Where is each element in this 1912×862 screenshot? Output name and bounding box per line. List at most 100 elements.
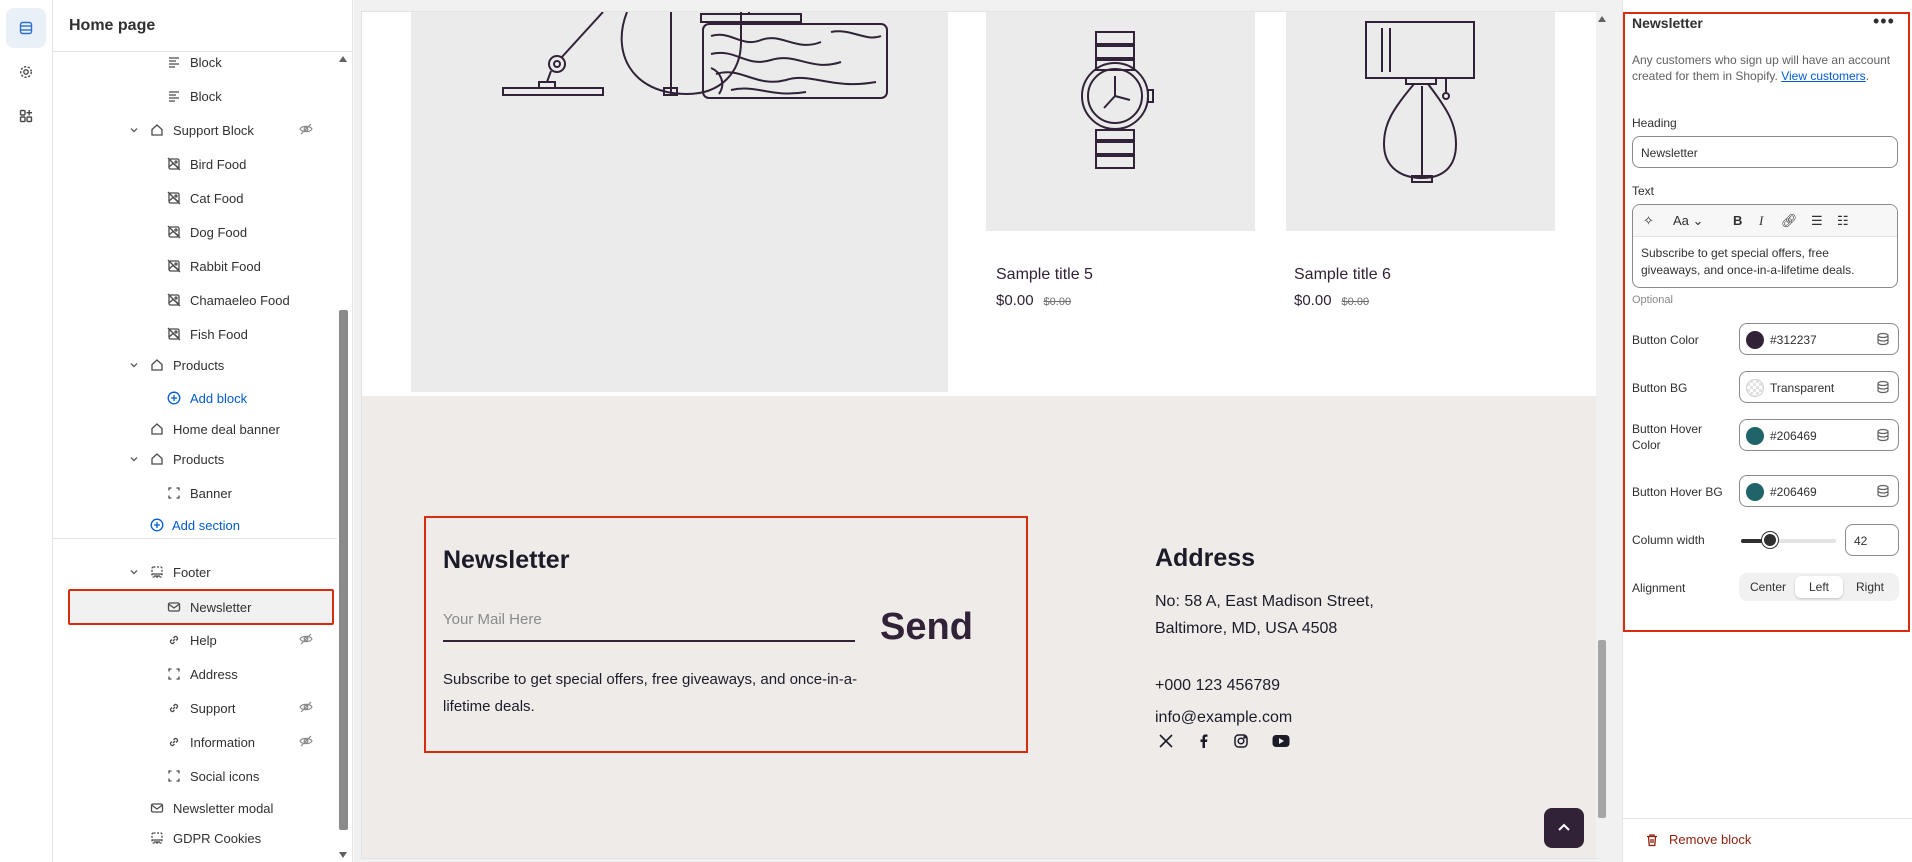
more-actions-button[interactable]: ••• [1873,11,1895,32]
slider-handle[interactable] [1761,532,1778,548]
tree-item-add-section[interactable]: Add section [53,510,329,540]
image-block-icon [166,292,182,308]
facebook-icon[interactable] [1193,730,1215,752]
apps-icon[interactable] [6,96,46,136]
button-hover-color-field[interactable]: #206469 [1739,419,1899,451]
tree-item-products[interactable]: Products [53,444,329,474]
product-image-watch[interactable] [986,12,1255,231]
tree-item-block[interactable]: Block [53,47,329,77]
product-title[interactable]: Sample title 6 [1294,266,1391,284]
tree-scrollbar-thumb[interactable] [339,310,348,830]
product-image-large[interactable] [411,12,948,392]
color-swatch[interactable] [1746,483,1764,501]
image-block-icon [166,326,182,342]
dynamic-source-icon[interactable] [1876,380,1890,394]
settings-gear-icon[interactable] [6,52,46,92]
preview-scrollbar-thumb[interactable] [1598,640,1606,818]
sections-icon[interactable] [6,8,46,48]
hidden-eye-icon[interactable] [299,122,315,138]
text-editor[interactable]: ✧ Aa ⌄ B I 🔗︎ ☰ ☷ Subscribe to get speci… [1632,204,1898,288]
chevron-down-icon[interactable] [127,358,141,372]
hidden-eye-icon[interactable] [299,700,315,716]
tree-item-footer[interactable]: Footer [53,557,329,587]
view-customers-link[interactable]: View customers [1781,69,1865,83]
align-right-option[interactable]: Right [1844,576,1896,598]
tree-item-dog-food[interactable]: Dog Food [53,217,329,247]
send-button[interactable]: Send [880,606,973,649]
heading-input[interactable]: Newsletter [1632,136,1898,168]
align-left-option[interactable]: Left [1795,576,1843,598]
newsletter-block[interactable]: Newsletter Your Mail Here Send Subscribe… [424,516,1028,753]
text-style-icon[interactable]: Aa ⌄ [1673,213,1703,229]
hidden-eye-icon[interactable] [299,734,315,750]
button-hover-bg-field[interactable]: #206469 [1739,475,1899,507]
email-link[interactable]: info@example.com [1155,709,1292,727]
color-value: #206469 [1770,485,1817,499]
phone-link[interactable]: +000 123 456789 [1155,677,1280,695]
section-icon [149,357,165,373]
image-block-icon [166,258,182,274]
column-width-slider[interactable] [1741,532,1836,548]
tree-item-home-deal-banner[interactable]: Home deal banner [53,414,329,444]
tree-item-support[interactable]: Support [53,693,329,723]
dynamic-source-icon[interactable] [1876,484,1890,498]
bold-icon[interactable]: B [1733,213,1742,228]
link-icon[interactable]: 🔗︎ [1781,213,1798,229]
bullet-list-icon[interactable]: ☰ [1811,213,1823,229]
product-title[interactable]: Sample title 5 [996,266,1093,284]
button-bg-label: Button BG [1632,381,1688,395]
product-image-lamp[interactable] [1286,12,1555,231]
chevron-down-icon[interactable] [127,123,141,137]
tree-item-social-icons[interactable]: Social icons [53,761,329,791]
tree-item-cat-food[interactable]: Cat Food [53,183,329,213]
instagram-icon[interactable] [1230,730,1252,752]
optional-hint: Optional [1632,294,1673,306]
tree-item-address[interactable]: Address [53,659,329,689]
italic-icon[interactable]: I [1759,213,1763,229]
tree-item-newsletter[interactable]: Newsletter [68,589,334,625]
tree-item-block[interactable]: Block [53,81,329,111]
remove-block-button[interactable]: Remove block [1645,832,1751,847]
chevron-down-icon[interactable] [127,452,141,466]
tree-item-support-block[interactable]: Support Block [53,115,329,145]
link-icon [166,632,182,648]
chevron-down-icon[interactable] [127,565,141,579]
tree-item-banner[interactable]: Banner [53,478,329,508]
tree-item-add-block[interactable]: Add block [53,383,329,413]
dynamic-source-icon[interactable] [1876,428,1890,442]
ai-sparkle-icon[interactable]: ✧ [1643,213,1654,229]
text-editor-content[interactable]: Subscribe to get special offers, free gi… [1641,245,1891,279]
dynamic-source-icon[interactable] [1876,332,1890,346]
button-bg-field[interactable]: Transparent [1739,371,1899,403]
block-settings-panel: Newsletter ••• Any customers who sign up… [1622,0,1912,862]
scroll-to-top-button[interactable] [1544,808,1584,848]
transparent-swatch[interactable] [1746,379,1764,397]
color-swatch[interactable] [1746,427,1764,445]
color-swatch[interactable] [1746,331,1764,349]
hidden-eye-icon[interactable] [299,632,315,648]
tree-scrollbar[interactable] [338,52,348,862]
newsletter-email-input[interactable]: Your Mail Here [443,600,855,642]
tree-item-label: Products [173,451,225,467]
alignment-segmented-control: Center Left Right [1739,573,1899,601]
tree-item-products[interactable]: Products [53,350,329,380]
frame-icon [166,768,182,784]
youtube-icon[interactable] [1270,730,1292,752]
tree-item-rabbit-food[interactable]: Rabbit Food [53,251,329,281]
preview-scrollbar[interactable] [1596,12,1608,858]
tree-item-gdpr-cookies[interactable]: GDPR Cookies [53,823,329,853]
x-icon[interactable] [1155,730,1177,752]
tree-item-label: Help [190,632,217,648]
button-color-field[interactable]: #312237 [1739,323,1899,355]
column-width-input[interactable]: 42 [1845,524,1899,556]
tree-item-bird-food[interactable]: Bird Food [53,149,329,179]
tree-item-chamaeleo-food[interactable]: Chamaeleo Food [53,285,329,315]
tree-item-label: Home deal banner [173,421,280,437]
numbered-list-icon[interactable]: ☷ [1837,213,1849,229]
preview-area: Sample title 5 $0.00 $0.00 Sample title 6… [354,0,1622,862]
tree-item-newsletter-modal[interactable]: Newsletter modal [53,793,329,823]
tree-item-help[interactable]: Help [53,625,329,655]
tree-item-information[interactable]: Information [53,727,329,757]
align-center-option[interactable]: Center [1742,576,1794,598]
tree-item-fish-food[interactable]: Fish Food [53,319,329,349]
